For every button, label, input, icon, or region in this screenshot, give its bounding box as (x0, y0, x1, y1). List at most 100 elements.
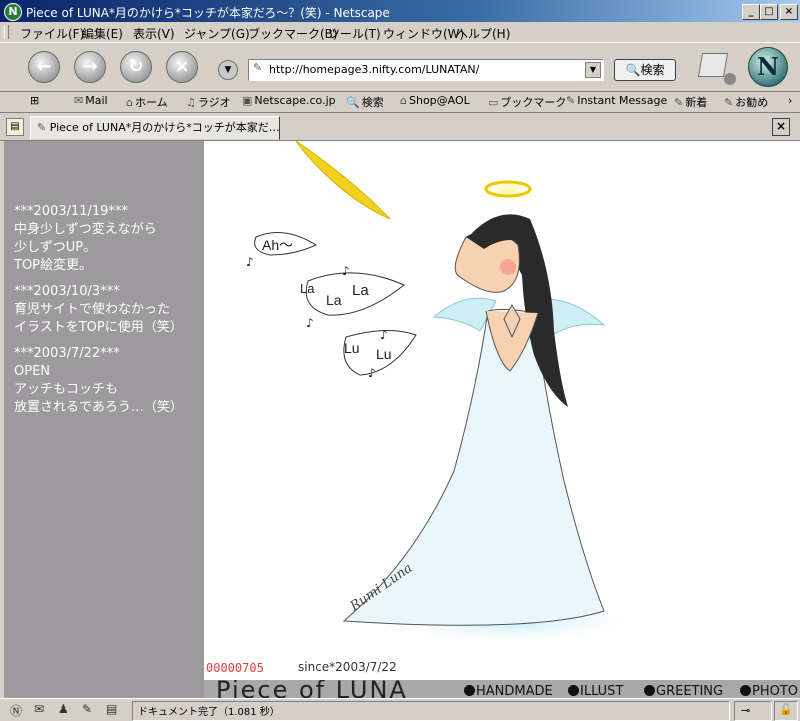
pt-new[interactable]: ✎ 新着 (674, 94, 707, 110)
bubble-lu-text-1: Lu (344, 340, 360, 356)
close-tab-button[interactable]: × (772, 118, 790, 136)
url-bar[interactable]: ✎ ▼ (248, 59, 604, 81)
tab-current[interactable]: ✎ Piece of LUNA*月のかけら*コッチが本家だ… (30, 116, 280, 140)
pt-netscape[interactable]: ▣ Netscape.co.jp (242, 94, 336, 107)
connection-indicator: ⊸ (734, 701, 772, 721)
aim-icon[interactable]: ♟ (58, 702, 69, 716)
menu-bookmarks[interactable]: ブックマーク(B) (248, 25, 338, 42)
bubble-la-text-2: La (326, 292, 342, 308)
print-icon[interactable] (697, 53, 729, 77)
news-line: 少しずつUP。 (14, 240, 97, 255)
footer-nav: Piece of LUNA HANDMADE ILLUST GREETING P… (204, 680, 800, 698)
menu-file[interactable]: ファイル(F) (20, 25, 84, 42)
back-button[interactable]: ← (28, 51, 60, 83)
angel-illustration: Ah～ ♪ La La La ♪ ♪ Lu Lu ♪ ♪ Rumi Luna (246, 141, 648, 645)
music-note-icon: ♪ (368, 366, 376, 380)
forward-arrow-icon: → (82, 56, 98, 77)
netscape-throbber-logo[interactable]: N (748, 47, 788, 87)
reload-icon: ↻ (128, 56, 144, 77)
my-netscape-icon: ▣ (242, 94, 253, 107)
news-date: ***2003/11/19*** (14, 204, 128, 219)
back-arrow-icon: ← (36, 56, 52, 77)
music-note-icon: ♪ (380, 328, 388, 342)
news-line: 育児サイトで使わなかった (14, 302, 171, 317)
folder-icon: ▭ (488, 96, 499, 109)
pt-radio-label: ラジオ (197, 96, 231, 109)
pt-bookmarks-label: ブックマーク (500, 96, 567, 109)
link-greeting[interactable]: GREETING (644, 684, 723, 698)
close-window-button[interactable]: × (780, 4, 798, 20)
maximize-button[interactable]: □ (760, 4, 778, 20)
status-bar: Ⓝ ✉ ♟ ✎ ▤ ドキュメント完了（1.081 秒） ⊸ 🔓 (0, 698, 800, 721)
pt-bookmarks[interactable]: ▭ ブックマーク (488, 94, 566, 110)
url-dropdown-button[interactable]: ▼ (585, 62, 601, 78)
mail-icon[interactable]: ✉ (34, 702, 44, 716)
forward-button[interactable]: → (74, 51, 106, 83)
url-input[interactable] (269, 61, 579, 77)
page-icon: ✎ (37, 121, 47, 134)
halo-glow (474, 175, 542, 207)
pt-radio[interactable]: ♫ ラジオ (186, 94, 231, 110)
stop-button[interactable]: × (166, 51, 198, 83)
pt-mail[interactable]: ✉ Mail (74, 94, 108, 107)
pt-shop[interactable]: ⌂ Shop@AOL (400, 94, 470, 107)
minimize-button[interactable]: _ (742, 4, 760, 20)
window-title: Piece of LUNA*月のかけら*コッチが本家だろ～？(笑) - Nets… (26, 6, 390, 20)
music-note-icon: ♪ (246, 255, 254, 269)
netscape-n-icon: N (4, 3, 22, 21)
music-note-icon: ♪ (342, 264, 350, 278)
tab-title: Piece of LUNA*月のかけら*コッチが本家だ… (49, 121, 280, 134)
news-date: ***2003/10/3*** (14, 284, 120, 299)
news-line: 中身少しずつ変えながら (14, 222, 157, 237)
visitor-counter: 00000705 (206, 661, 264, 675)
status-text: ドキュメント完了（1.081 秒） (138, 707, 280, 718)
pt-recommend-label: お勧め (735, 96, 769, 109)
print-dropdown-icon[interactable] (724, 73, 736, 85)
menu-go[interactable]: ジャンプ(G) (184, 25, 250, 42)
pt-search-label: 検索 (361, 96, 384, 109)
bubble-lu-text-2: Lu (376, 346, 392, 362)
pt-instant-message[interactable]: ✎ Instant Message (566, 94, 667, 107)
link-photo[interactable]: PHOTO (740, 684, 798, 698)
connection-plug-icon: ⊸ (741, 704, 751, 717)
personal-toolbar: ⊞ ✉ Mail ⌂ ホーム ♫ ラジオ ▣ Netscape.co.jp 🔍 検索 ⌂ S… (0, 90, 800, 113)
site-logo-text: Piece of LUNA (216, 680, 408, 698)
search-button[interactable]: 🔍検索 (614, 59, 676, 81)
menu-help[interactable]: ヘルプ(H) (456, 25, 510, 42)
pt-search[interactable]: 🔍 検索 (346, 94, 384, 110)
bubble-ah-text: Ah～ (262, 237, 293, 253)
menu-tools[interactable]: ツール(T) (328, 25, 381, 42)
bullet-dot-icon (740, 685, 751, 696)
menu-edit[interactable]: 編集(E) (82, 25, 123, 42)
link-photo-label: PHOTO (752, 684, 799, 698)
composer-icon[interactable]: ✎ (82, 702, 92, 716)
navigation-toolbar: ← → ↻ × ▼ ✎ ▼ 🔍検索 N (0, 42, 800, 92)
page-proxy-icon[interactable]: ✎ (253, 61, 262, 74)
bubble-la-text-1: La (300, 281, 315, 296)
bullet-dot-icon (644, 685, 655, 696)
link-handmade[interactable]: HANDMADE (464, 684, 553, 698)
bullet-dot-icon (464, 685, 475, 696)
menu-view[interactable]: 表示(V) (133, 25, 175, 42)
reload-button[interactable]: ↻ (120, 51, 152, 83)
address-book-icon[interactable]: ▤ (106, 702, 117, 716)
menu-window[interactable]: ウィンドウ(W) (383, 25, 464, 42)
history-dropdown-button[interactable]: ▼ (218, 60, 238, 80)
toolbar-overflow-icon[interactable]: › (788, 94, 792, 107)
news-line: TOP絵変更。 (14, 258, 93, 273)
pt-recommend[interactable]: ✎ お勧め (724, 94, 768, 110)
home-icon: ⌂ (126, 96, 133, 109)
netscape-n-icon[interactable]: Ⓝ (10, 702, 22, 719)
news-date: ***2003/7/22*** (14, 346, 120, 361)
page-content: ***2003/11/19*** 中身少しずつ変えながら 少しずつUP。 TOP… (4, 141, 800, 698)
link-illust[interactable]: ILLUST (568, 684, 623, 698)
pt-home[interactable]: ⌂ ホーム (126, 94, 168, 110)
link-greeting-label: GREETING (656, 684, 724, 698)
tab-toggle-icon[interactable]: ⊞ (30, 94, 39, 107)
new-tab-icon[interactable]: ▤ (6, 118, 24, 136)
pt-shop-label: Shop@AOL (408, 94, 470, 107)
news-entry: ***2003/7/22*** OPEN アッチもコッチも 放置されるであろう…… (14, 345, 183, 417)
toolbar-grip[interactable] (4, 25, 9, 39)
security-indicator[interactable]: 🔓 (774, 701, 798, 721)
news-line: OPEN (14, 364, 51, 379)
